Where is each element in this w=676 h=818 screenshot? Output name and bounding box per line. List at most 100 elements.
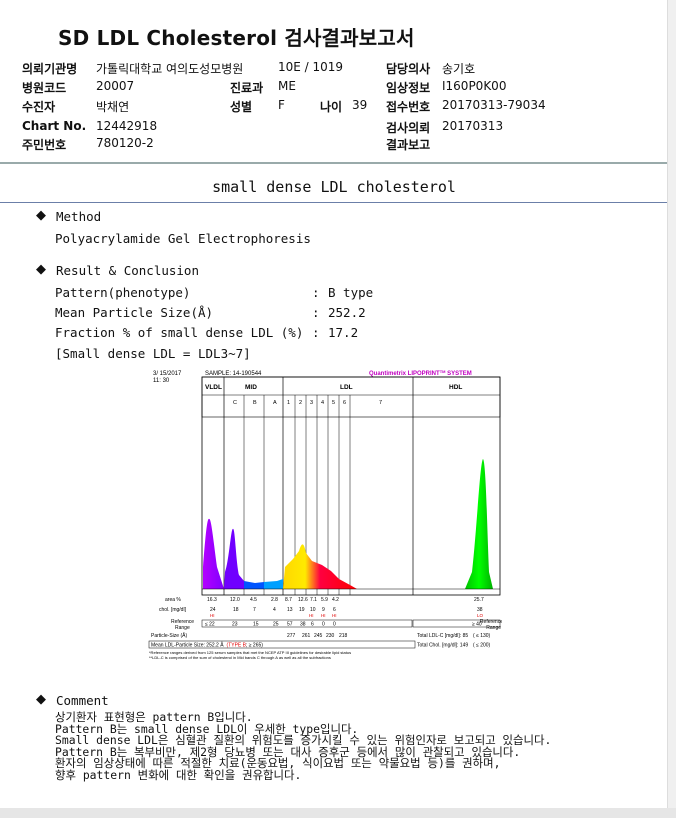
result-value: 17.2: [328, 325, 359, 340]
hospital-code-label: 병원코드: [22, 81, 67, 95]
mid-label: MID: [245, 384, 257, 391]
ref-value: 57: [287, 622, 293, 628]
bullet-diamond-icon: ◆: [36, 262, 46, 277]
chol-value: 7: [253, 607, 256, 613]
patient-value: 박채연: [96, 100, 130, 114]
report-title: SD LDL Cholesterol 검사결과보고서: [58, 26, 415, 50]
ldl-label: LDL: [340, 384, 353, 391]
bottom-bar: [0, 808, 676, 818]
report-label: 결과보고: [386, 138, 431, 152]
ward-value: 10E / 1019: [278, 60, 344, 74]
vldl-label: VLDL: [205, 384, 222, 391]
chart-sample: SAMPLE: 14-190544: [205, 371, 262, 377]
requester-value: 가톨릭대학교 여의도성모병원: [96, 62, 244, 76]
band-label-1: 1: [287, 400, 290, 406]
band-label-3: 3: [310, 400, 313, 406]
flag-hi: HI: [309, 613, 314, 618]
doctor-value: 송기호: [442, 62, 476, 76]
ref-value: 25: [273, 622, 279, 628]
resident-value: 780120-2: [96, 136, 154, 150]
ref-label-2: Range: [175, 625, 190, 631]
chol-value: 4: [273, 607, 276, 613]
chart-brand: Quantimetrix LIPOPRINTTM SYSTEM: [369, 369, 472, 377]
area-value: 12.6: [298, 597, 308, 603]
particle-size-label: Particle-Size (Å): [151, 632, 187, 639]
area-value: 25.7: [474, 597, 484, 603]
section-title: small dense LDL cholesterol: [212, 178, 456, 196]
method-heading: Method: [56, 209, 102, 224]
result-sep: :: [312, 305, 320, 320]
lipoprint-chart: 3/ 15/2017 11: 30 SAMPLE: 14-190544 Quan…: [147, 367, 502, 667]
clinical-value: I160P0K00: [442, 79, 507, 93]
total-ldl: Total LDL-C [mg/dl]: 85: [417, 633, 468, 639]
particle-size-value: 261: [302, 633, 311, 639]
doctor-label: 담당의사: [386, 62, 431, 76]
ref-value: 23: [232, 622, 238, 628]
ref-value: ≤ 22: [205, 622, 215, 628]
chart-no-label: Chart No.: [22, 119, 87, 133]
chol-value: 19: [299, 607, 305, 613]
band-label-5: 5: [332, 400, 335, 406]
band-label-a: A: [273, 400, 277, 406]
report-page: SD LDL Cholesterol 검사결과보고서 의뢰기관명 가톨릭대학교 …: [0, 0, 668, 818]
band-label-c: C: [233, 400, 237, 406]
ref-label-right-2: Range: [486, 625, 501, 631]
bullet-diamond-icon: ◆: [36, 208, 46, 223]
flag-hi: HI: [332, 613, 337, 618]
total-ldl-ref: ( ≤ 130): [473, 633, 491, 639]
chart-date: 3/ 15/2017: [153, 371, 182, 377]
clinical-label: 임상정보: [386, 81, 431, 95]
patient-label: 수진자: [22, 100, 56, 114]
area-value: 2.8: [271, 597, 278, 603]
chart-no-value: 12442918: [96, 119, 158, 133]
bullet-diamond-icon: ◆: [36, 692, 46, 707]
band-label-2: 2: [299, 400, 302, 406]
area-value: 12.0: [230, 597, 240, 603]
flag-lo: LO: [477, 613, 484, 618]
particle-size-value: 218: [339, 633, 348, 639]
ref-value: 15: [253, 622, 259, 628]
comment-body: 상기환자 표현형은 pattern B입니다. Pattern B는 small …: [55, 711, 551, 782]
result-value: 252.2: [328, 305, 366, 320]
area-value: 4.5: [250, 597, 257, 603]
ref-value: 0: [333, 622, 336, 628]
ref-value: 38: [300, 622, 306, 628]
age-value: 39: [352, 98, 368, 112]
particle-size-value: 245: [314, 633, 323, 639]
result-note: [Small dense LDL = LDL3~7]: [55, 346, 251, 361]
ref-value: 6: [311, 622, 314, 628]
test-date-label: 검사의뢰: [386, 121, 431, 135]
result-value: B type: [328, 285, 374, 300]
chol-label: chol. [mg/dl]: [159, 607, 187, 613]
chol-value: 18: [233, 607, 239, 613]
test-date-value: 20170313: [442, 119, 504, 133]
vertical-scrollbar[interactable]: [667, 0, 676, 818]
area-value: 5.9: [321, 597, 328, 603]
area-value: 16.3: [207, 597, 217, 603]
particle-size-value: 277: [287, 633, 296, 639]
result-sep: :: [312, 325, 320, 340]
sex-label: 성별: [230, 100, 253, 114]
result-sep: :: [312, 285, 320, 300]
section-divider: [0, 202, 668, 203]
band-label-6: 6: [343, 400, 346, 406]
comment-line: 향후 pattern 변화에 대한 확인을 권유합니다.: [55, 767, 302, 782]
header-divider: [0, 162, 668, 164]
requester-label: 의뢰기관명: [22, 62, 78, 76]
flag-hi: HI: [210, 613, 215, 618]
resident-label: 주민번호: [22, 138, 67, 152]
ref-value: 0: [322, 622, 325, 628]
dept-label: 진료과: [230, 81, 264, 95]
area-value: 4.2: [332, 597, 339, 603]
band-label-b: B: [253, 400, 257, 406]
area-value: 7.1: [310, 597, 317, 603]
hdl-label: HDL: [449, 384, 462, 391]
total-chol: Total Chol. [mg/dl]: 149: [417, 643, 468, 649]
dept-value: ME: [278, 79, 296, 93]
chart-footnote-2: **LDL-C is comprised of the sum of chole…: [149, 655, 331, 660]
sex-value: F: [278, 98, 285, 112]
comment-heading: Comment: [56, 693, 109, 708]
result-label: Fraction % of small dense LDL (%): [55, 325, 304, 340]
band-label-7: 7: [379, 400, 382, 406]
mean-particle-size: Mean LDL-Particle Size: 252.2 Å (TYPE B; …: [151, 642, 263, 649]
